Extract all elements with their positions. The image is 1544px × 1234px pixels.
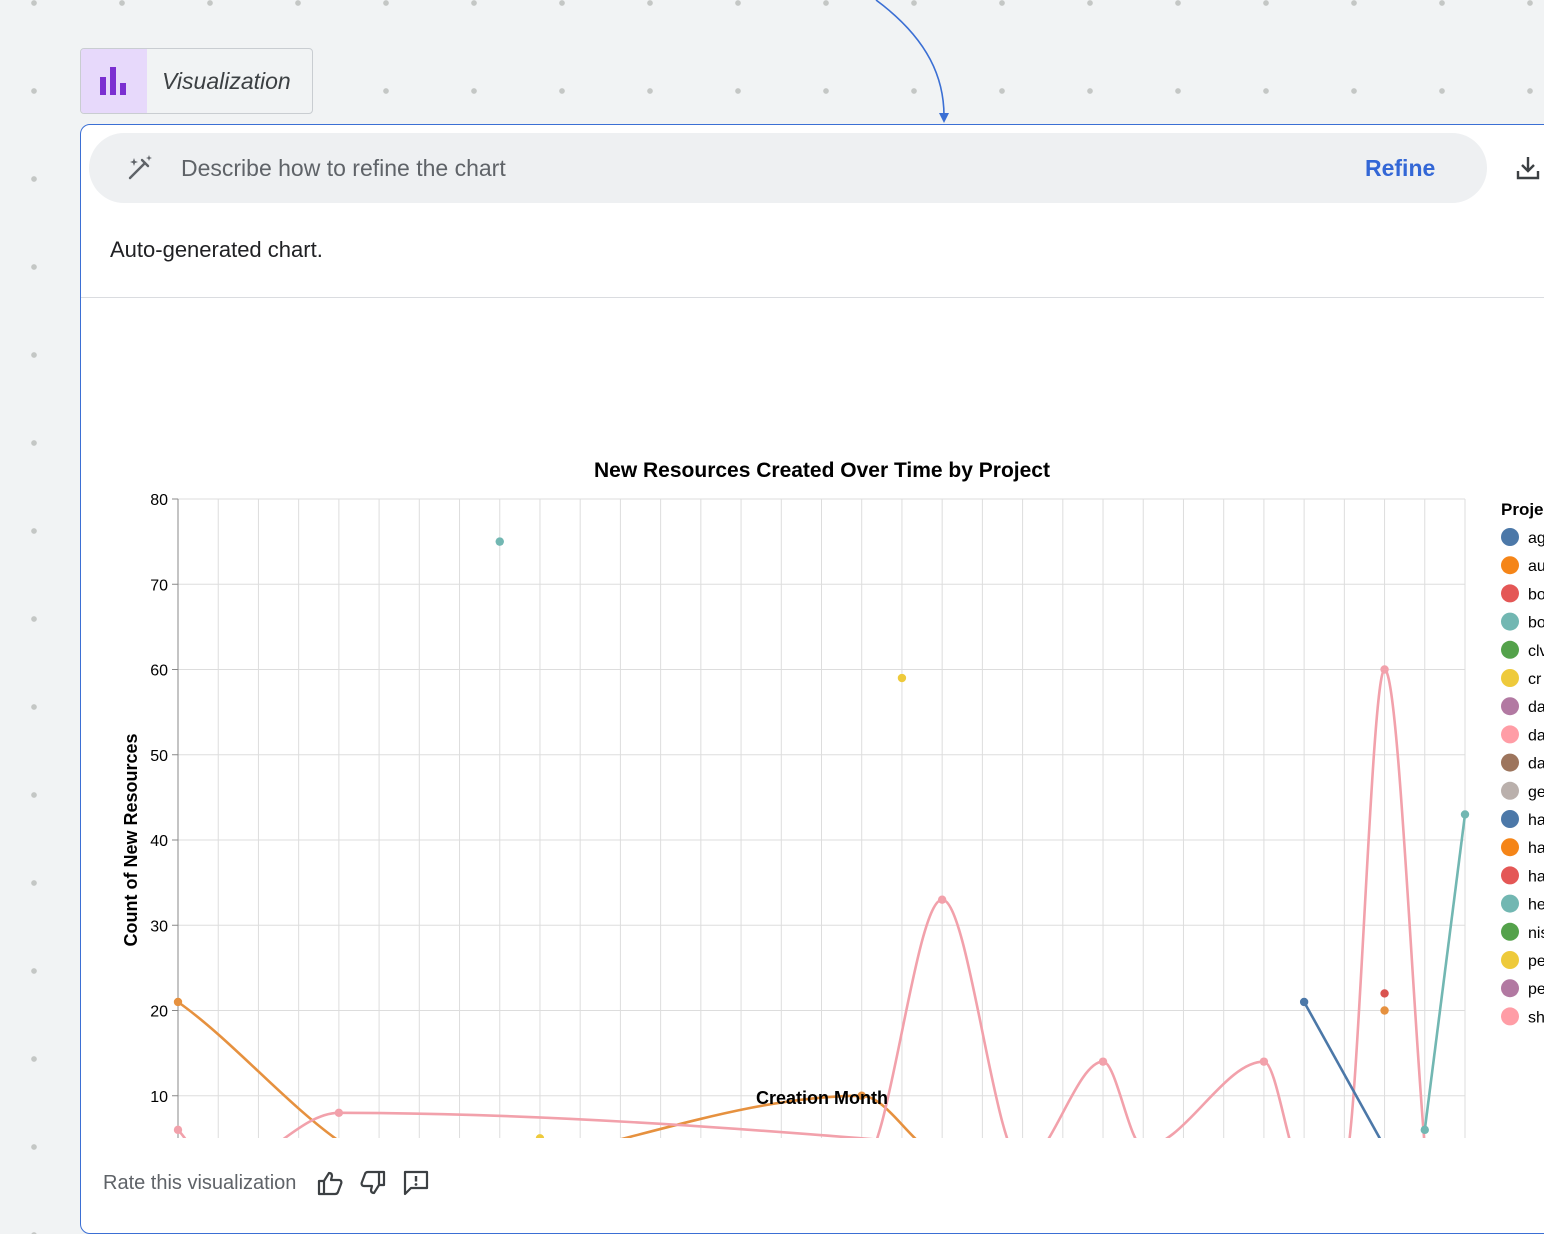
rating-row: Rate this visualization [103, 1169, 445, 1197]
legend-label: clv [1528, 643, 1544, 660]
chart-description: Auto-generated chart. [110, 237, 323, 262]
legend-label: he [1528, 897, 1544, 914]
series-line [1423, 814, 1467, 1131]
legend-swatch [1501, 894, 1519, 913]
legend-swatch [1501, 556, 1519, 575]
legend-label: pe [1528, 953, 1544, 970]
legend-label: bo [1528, 586, 1544, 603]
legend-label: ha [1528, 868, 1544, 885]
magic-wand-icon [125, 153, 155, 188]
series-point [1460, 810, 1470, 819]
legend-swatch [1501, 725, 1519, 744]
series-point [1420, 1125, 1429, 1135]
legend-label: au [1528, 558, 1544, 575]
series-point [173, 997, 183, 1007]
legend-swatch [1501, 584, 1519, 603]
y-tick-label: 50 [150, 748, 168, 765]
series-line [177, 1000, 917, 1138]
x-axis-title: Creation Month [756, 1088, 888, 1108]
refine-button[interactable]: Refine [1365, 147, 1435, 189]
legend-label: da [1528, 727, 1544, 744]
y-tick-label: 60 [150, 663, 168, 680]
legend-swatch [1501, 1007, 1519, 1026]
visualization-node-label: Visualization [162, 67, 291, 94]
legend-swatch [1501, 753, 1519, 772]
legend-label: cr [1528, 671, 1542, 688]
legend-swatch [1501, 528, 1519, 546]
series-point [1098, 1057, 1108, 1066]
data-point [1380, 989, 1389, 998]
axes: 01020304050607080Feb 2023Jun 2023Oct 202… [150, 492, 179, 1138]
y-tick-label: 30 [150, 918, 168, 935]
data-point [1380, 1006, 1389, 1015]
refine-bar: Refine [89, 133, 1487, 203]
series-point [1380, 665, 1389, 674]
chart-area: 01020304050607080Feb 2023Jun 2023Oct 202… [121, 459, 1544, 1138]
legend-swatch [1501, 640, 1519, 659]
legend-label: sh [1528, 1009, 1544, 1026]
legend-swatch [1501, 697, 1519, 716]
series-point [334, 1108, 344, 1117]
rating-label: Rate this visualization [103, 1171, 297, 1194]
legend-swatch [1501, 866, 1519, 885]
download-icon[interactable] [1513, 153, 1543, 188]
refine-input[interactable] [181, 147, 1331, 189]
y-tick-label: 70 [150, 577, 168, 594]
series-point [1299, 997, 1309, 1007]
legend-label: pe [1528, 981, 1544, 998]
thumbs-up-icon[interactable] [316, 1169, 344, 1197]
legend-swatch [1501, 669, 1519, 687]
y-tick-label: 20 [150, 1004, 168, 1021]
legend-label: ag [1528, 530, 1544, 547]
chart-title: New Resources Created Over Time by Proje… [594, 459, 1050, 482]
visualization-node-chip[interactable]: Visualization [80, 48, 313, 114]
series-point [173, 1125, 183, 1135]
legend-label: ha [1528, 840, 1544, 857]
y-axis-title: Count of New Resources [121, 733, 141, 946]
data-point [495, 537, 504, 546]
legend-label: nis [1528, 925, 1544, 942]
legend-swatch [1501, 810, 1519, 828]
legend-label: da [1528, 699, 1544, 716]
data-point [897, 673, 907, 683]
series-point [1259, 1057, 1269, 1066]
data-point [535, 1134, 545, 1138]
y-tick-label: 80 [150, 492, 168, 509]
series-point [937, 895, 947, 904]
legend-swatch [1501, 979, 1519, 998]
legend-title: Proje [1501, 500, 1544, 519]
legend-label: ge [1528, 784, 1544, 801]
legend: Proje ag au bo bo clv cr da da da ge ha ha ha he nis pe p… [1501, 500, 1544, 1026]
legend-swatch [1501, 612, 1519, 631]
y-tick-label: 10 [150, 1089, 168, 1106]
y-tick-label: 40 [150, 833, 168, 850]
legend-swatch [1501, 922, 1519, 941]
legend-swatch [1501, 781, 1519, 800]
legend-label: da [1528, 756, 1544, 773]
bar-chart-icon [81, 49, 147, 113]
visualization-card: Refine Auto-generated chart. 01020304050… [80, 124, 1544, 1234]
legend-label: ha [1528, 812, 1544, 829]
legend-swatch [1501, 838, 1519, 857]
legend-label: bo [1528, 615, 1544, 632]
legend-swatch [1501, 951, 1519, 969]
feedback-icon[interactable] [402, 1169, 430, 1197]
thumbs-down-icon[interactable] [359, 1169, 387, 1197]
grid-lines [177, 498, 1466, 1138]
